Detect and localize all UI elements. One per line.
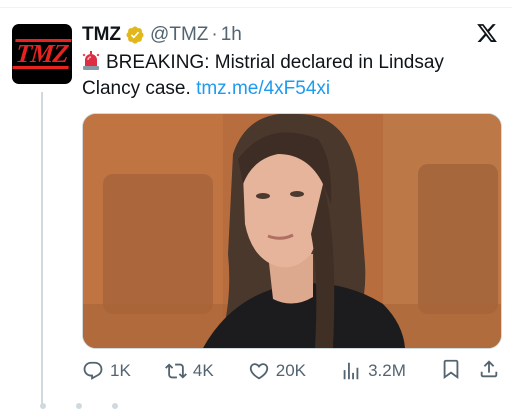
tweet-header: TMZ @TMZ · 1h [82, 22, 242, 48]
share-icon [480, 359, 498, 377]
reply-button[interactable]: 1K [82, 360, 131, 382]
tweet-image[interactable] [82, 113, 502, 349]
heart-icon [249, 363, 268, 380]
retweet-icon [164, 363, 187, 379]
x-logo-icon[interactable] [476, 22, 498, 44]
share-button[interactable] [478, 358, 500, 385]
like-button[interactable]: 20K [248, 360, 306, 382]
next-tweet-peek [40, 403, 130, 411]
handle[interactable]: @TMZ [150, 24, 208, 46]
reply-icon [83, 361, 103, 380]
retweet-button[interactable]: 4K [164, 360, 214, 382]
views-count: 3.2M [368, 361, 406, 380]
tweet[interactable]: TMZ TMZ @TMZ · 1h BREAKING: Mistrial dec… [0, 0, 512, 411]
display-name[interactable]: TMZ [82, 24, 121, 46]
tweet-text: BREAKING: Mistrial declared in Lindsay C… [82, 50, 492, 102]
tmz-logo: TMZ [12, 39, 72, 69]
views-chart-icon [343, 362, 359, 380]
like-count: 20K [275, 361, 306, 380]
bookmark-icon [443, 359, 459, 379]
bookmark-button[interactable] [440, 358, 462, 385]
peek-dot [40, 403, 46, 409]
verified-badge-icon[interactable] [125, 25, 145, 45]
separator-dot: · [211, 24, 218, 45]
avatar[interactable]: TMZ [12, 24, 72, 84]
photo-woman-in-court [83, 114, 501, 348]
retweet-count: 4K [192, 361, 214, 380]
divider [0, 7, 512, 8]
police-light-icon [82, 51, 100, 70]
peek-dot [112, 403, 118, 409]
timestamp[interactable]: 1h [221, 24, 242, 46]
tweet-link[interactable]: tmz.me/4xF54xi [196, 78, 330, 99]
views-button[interactable]: 3.2M [340, 360, 406, 382]
secondary-actions [440, 358, 500, 385]
peek-dot [76, 403, 82, 409]
reply-count: 1K [110, 361, 131, 380]
action-bar: 1K 4K 20K 3.2M [82, 356, 500, 386]
thread-line [41, 92, 43, 404]
